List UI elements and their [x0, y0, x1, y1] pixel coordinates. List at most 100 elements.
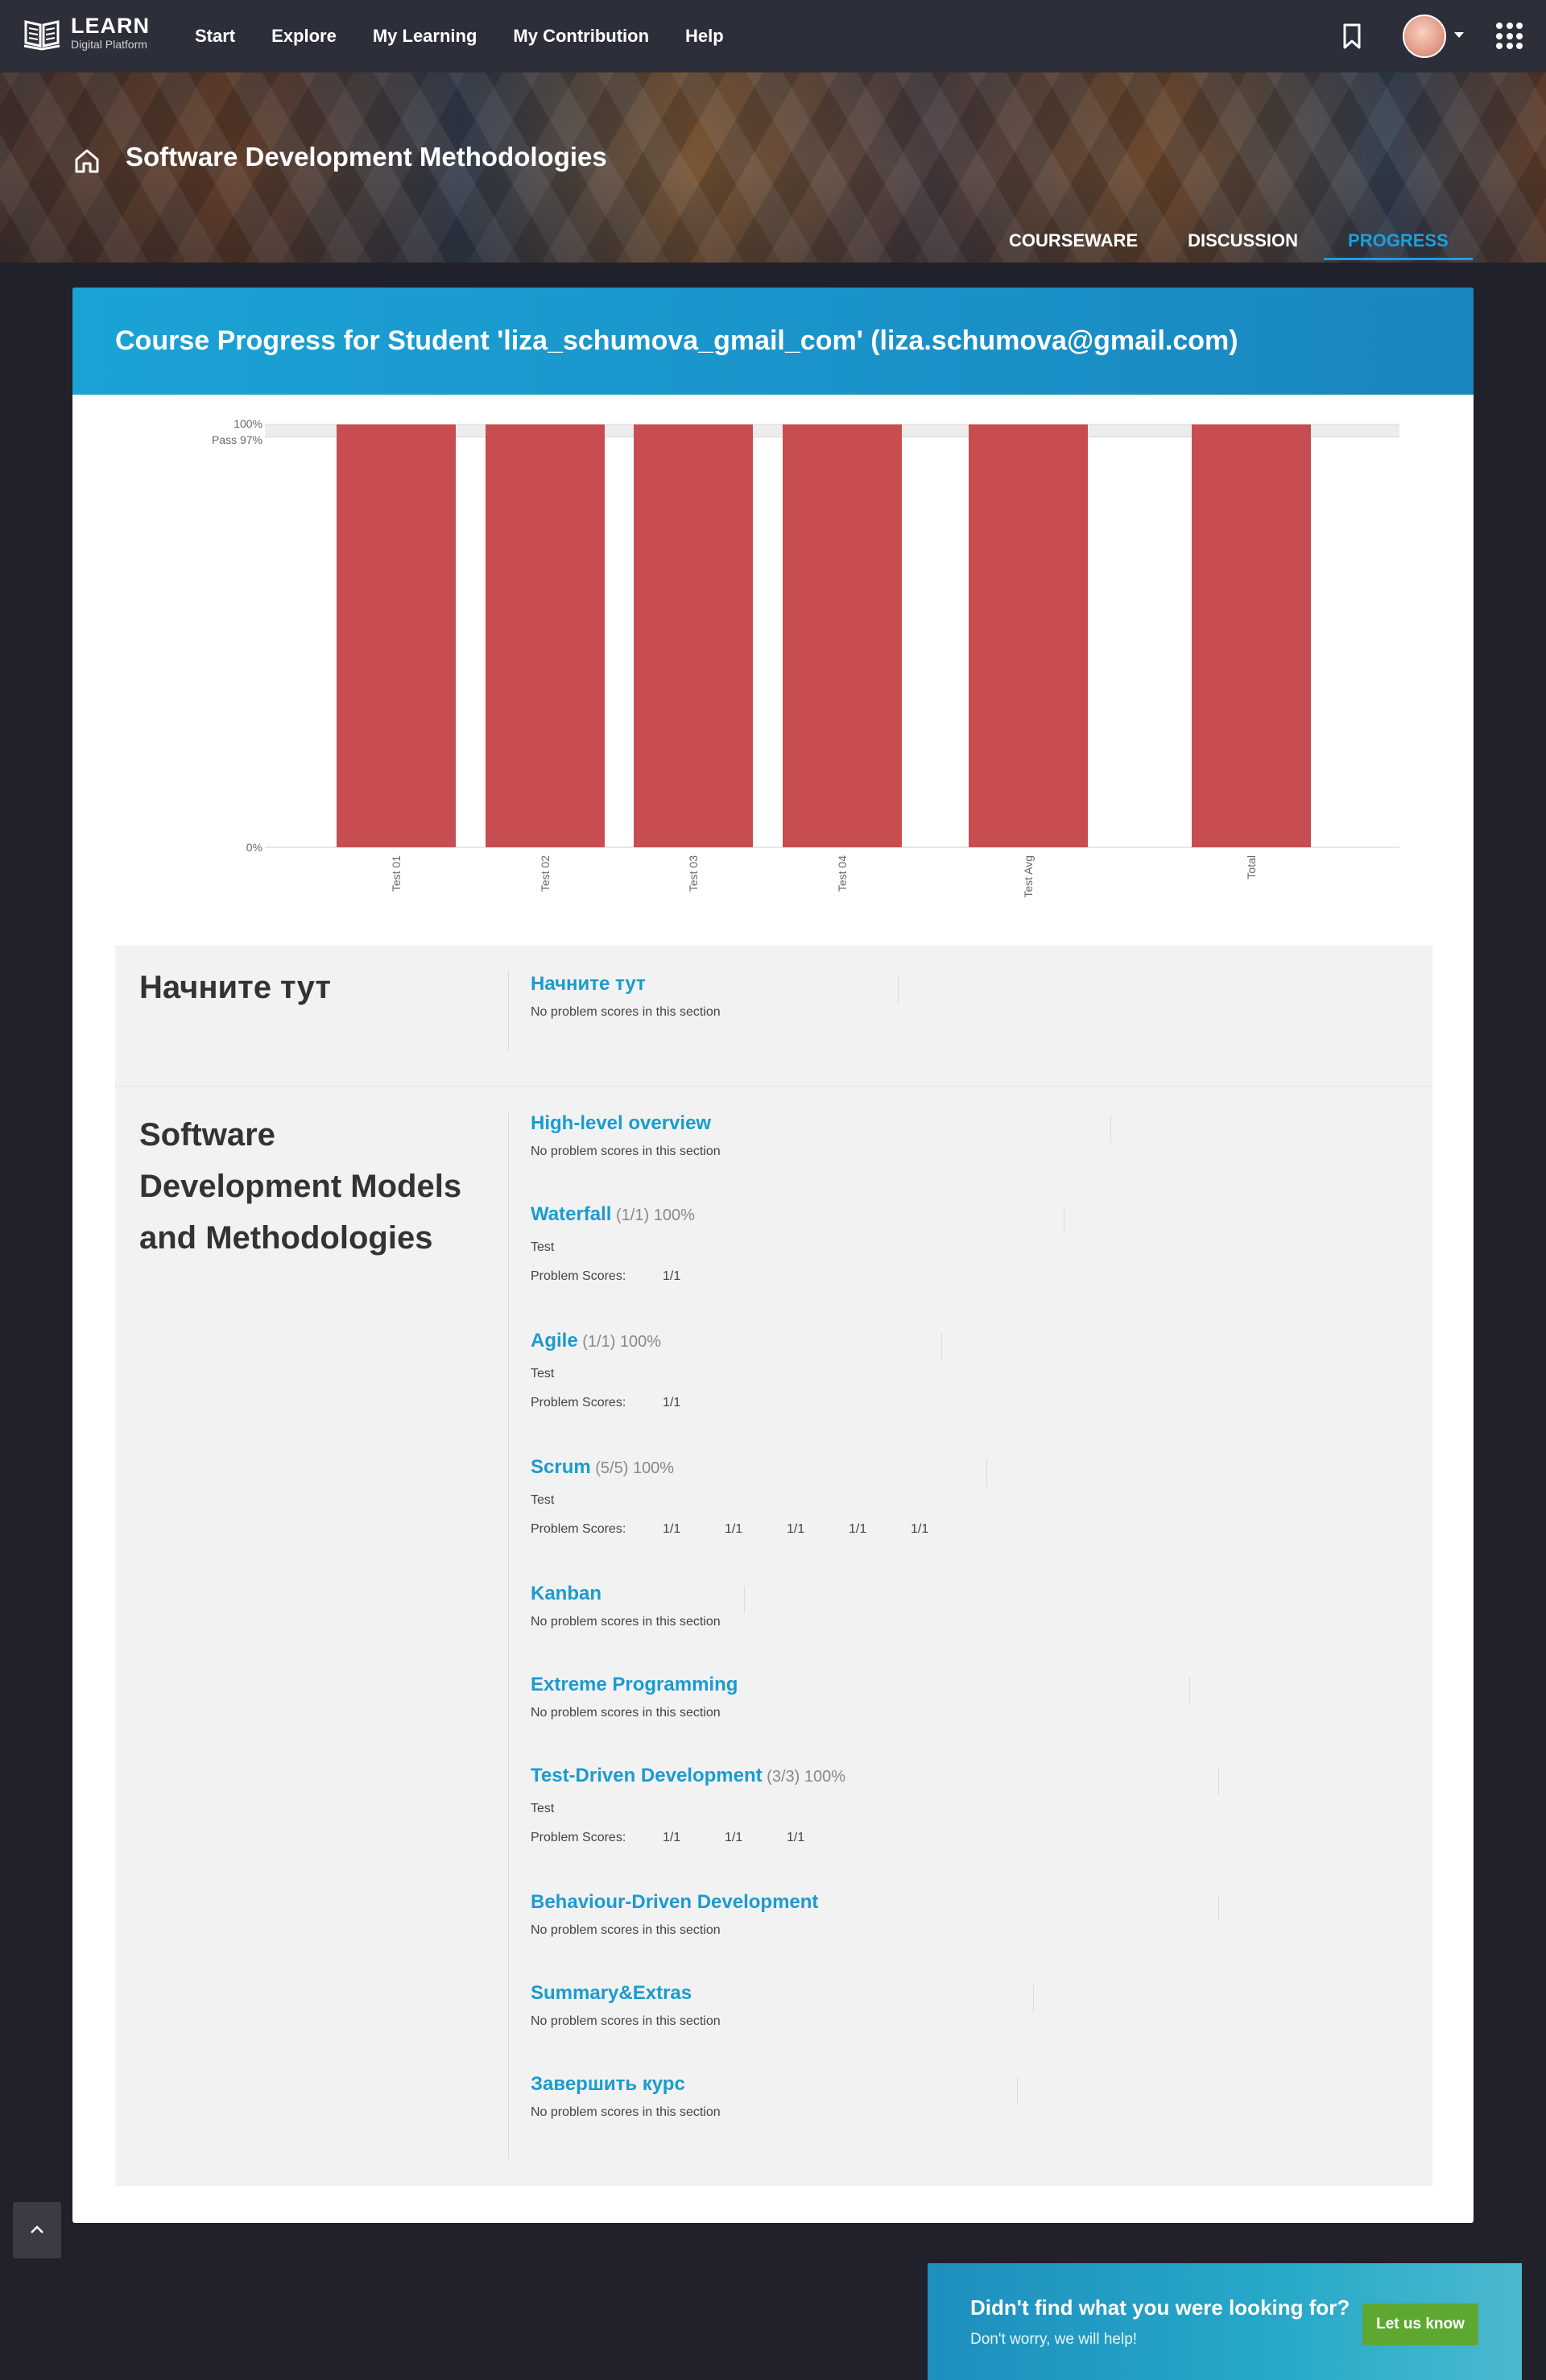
subsection-header: Завершить курс: [531, 2073, 1400, 2096]
subsection-link[interactable]: Завершить курс: [531, 2073, 685, 2095]
problem-scores: Problem Scores: 1/1: [531, 1396, 1400, 1410]
no-scores-note: No problem scores in this section: [531, 2105, 721, 2119]
subsection-link[interactable]: Waterfall: [531, 1203, 611, 1225]
subsection: Kanban No problem scores in this section: [531, 1583, 1400, 1629]
subsection-header: High-level overview: [531, 1112, 1400, 1135]
course-banner: Software Development Methodologies COURS…: [0, 72, 1546, 263]
subsection: Начните тут No problem scores in this sec…: [531, 973, 1400, 1020]
subsection-link[interactable]: Summary&Extras: [531, 1982, 692, 2004]
problem-score: 1/1: [663, 1269, 681, 1283]
problem-scores: Problem Scores: 1/1: [531, 1269, 1400, 1284]
help-banner: Didn't find what you were looking for? D…: [928, 2263, 1522, 2380]
subsection-link[interactable]: Behaviour-Driven Development: [531, 1891, 818, 1913]
logo-title: LEARN: [71, 14, 150, 38]
subsection-header: Kanban: [531, 1583, 1400, 1605]
subsection-link[interactable]: Test-Driven Development: [531, 1765, 763, 1786]
subsection: High-level overview No problem scores in …: [531, 1112, 1400, 1159]
problem-score: 1/1: [663, 1522, 681, 1536]
logo-subtitle: Digital Platform: [71, 38, 147, 51]
course-tabs: COURSEWARE DISCUSSION PROGRESS: [1009, 230, 1523, 260]
subsection-score: (1/1) 100%: [611, 1207, 695, 1224]
x-tick-label: Total: [1245, 855, 1258, 880]
logo[interactable]: LEARN Digital Platform: [23, 14, 150, 52]
tab-courseware[interactable]: COURSEWARE: [1009, 230, 1138, 260]
scroll-to-top-button[interactable]: [13, 2202, 61, 2258]
nav-my-learning[interactable]: My Learning: [373, 26, 477, 47]
main-nav: Start Explore My Learning My Contributio…: [195, 26, 760, 47]
subsection-link[interactable]: Scrum: [531, 1456, 591, 1478]
subsection: Scrum (5/5) 100% Test Problem Scores: 1/1 1/…: [531, 1456, 1400, 1537]
progress-header: Course Progress for Student 'liza_schumo…: [72, 288, 1474, 395]
section-title: Software Development Models and Methodol…: [139, 1117, 462, 1256]
assessment-type: Test: [531, 1367, 555, 1380]
subsection-header: Extreme Programming: [531, 1674, 1400, 1696]
subsection-rule: [1218, 1768, 1219, 1795]
section-software-development-models: Software Development Models and Methodol…: [115, 1087, 1432, 2186]
y-tick-label: 0%: [246, 841, 262, 854]
top-nav: LEARN Digital Platform Start Explore My …: [0, 0, 1546, 72]
nav-start[interactable]: Start: [195, 26, 235, 47]
subsection-score: (3/3) 100%: [762, 1768, 846, 1786]
problem-score: 1/1: [849, 1522, 867, 1536]
no-scores-note: No problem scores in this section: [531, 2014, 721, 2028]
chevron-up-icon: [31, 2225, 43, 2233]
avatar[interactable]: [1403, 14, 1446, 58]
let-us-know-button[interactable]: Let us know: [1362, 2303, 1478, 2345]
chart-bar: [783, 424, 902, 847]
subsection-link[interactable]: Kanban: [531, 1583, 601, 1604]
subsection-header: Agile (1/1) 100%: [531, 1330, 1400, 1352]
home-icon[interactable]: [72, 147, 101, 176]
subsection-rule: [1033, 1985, 1034, 2013]
nav-explore[interactable]: Explore: [271, 26, 337, 47]
x-tick-label: Test 03: [687, 855, 700, 892]
nav-help[interactable]: Help: [685, 26, 724, 47]
book-icon: [23, 20, 60, 51]
help-subtext: Don't worry, we will help!: [970, 2331, 1138, 2348]
tab-progress[interactable]: PROGRESS: [1324, 230, 1473, 260]
assessment-type: Test: [531, 1493, 555, 1507]
subsection-link[interactable]: Extreme Programming: [531, 1674, 738, 1695]
no-scores-note: No problem scores in this section: [531, 1615, 721, 1629]
apps-grid-icon[interactable]: [1496, 23, 1523, 50]
progress-heading: Course Progress for Student 'liza_schumo…: [115, 325, 1238, 356]
subsection-score: (5/5) 100%: [590, 1459, 675, 1477]
problem-scores-label: Problem Scores:: [531, 1269, 626, 1283]
subsection: Summary&Extras No problem scores in this …: [531, 1982, 1400, 2029]
problem-score: 1/1: [787, 1831, 805, 1844]
section-divider: [508, 971, 509, 1052]
progress-chart: 100% Pass 97% 0% Test 01 Test 02 Test 03 Test …: [212, 417, 1399, 898]
pass-label: Pass 97%: [212, 433, 262, 446]
subsection-rule: [744, 1586, 745, 1613]
subsection-header: Behaviour-Driven Development: [531, 1891, 1400, 1914]
problem-score: 1/1: [663, 1831, 681, 1844]
subsection-header: Waterfall (1/1) 100%: [531, 1203, 1400, 1226]
subsection-link[interactable]: Начните тут: [531, 973, 646, 995]
tab-discussion[interactable]: DISCUSSION: [1188, 230, 1298, 260]
subsection-header: Начните тут: [531, 973, 1400, 995]
problem-score: 1/1: [911, 1522, 929, 1536]
assessment-type: Test: [531, 1802, 555, 1815]
subsection-score: (1/1) 100%: [577, 1333, 662, 1351]
nav-my-contribution[interactable]: My Contribution: [513, 26, 649, 47]
subsection-link[interactable]: Agile: [531, 1330, 578, 1351]
no-scores-note: No problem scores in this section: [531, 1706, 721, 1720]
problem-score: 1/1: [787, 1522, 805, 1536]
y-tick-label: 100%: [234, 417, 262, 430]
problem-score: 1/1: [725, 1522, 743, 1536]
section-title: Начните тут: [139, 970, 331, 1005]
section-start-here: Начните тут Начните тут No problem scores …: [115, 946, 1432, 1087]
chart-bar: [1192, 424, 1311, 847]
bookmark-icon[interactable]: [1338, 23, 1366, 50]
subsection-link[interactable]: High-level overview: [531, 1112, 711, 1134]
no-scores-note: No problem scores in this section: [531, 1005, 721, 1019]
chart-bar: [969, 424, 1088, 847]
course-title: Software Development Methodologies: [126, 142, 607, 172]
chevron-down-icon[interactable]: [1454, 32, 1464, 38]
assessment-type: Test: [531, 1240, 555, 1254]
chart-bar: [337, 424, 456, 847]
chart-bar: [634, 424, 753, 847]
subsection: Test-Driven Development (3/3) 100% Test Pr…: [531, 1765, 1400, 1845]
subsection-header: Summary&Extras: [531, 1982, 1400, 2005]
subsection: Extreme Programming No problem scores in …: [531, 1674, 1400, 1720]
help-question: Didn't find what you were looking for?: [970, 2295, 1350, 2320]
